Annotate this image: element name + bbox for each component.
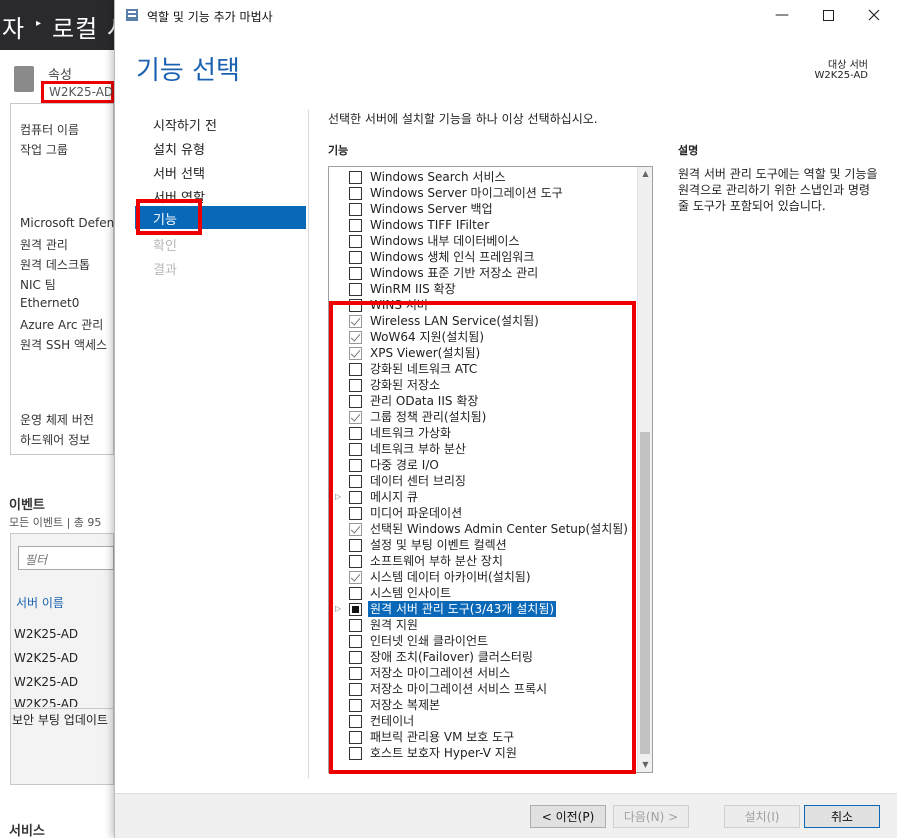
prop-label-workgroup: 작업 그룹 <box>20 143 68 157</box>
table-row[interactable]: W2K25-AD <box>14 651 78 665</box>
annotation-box-features <box>329 301 636 774</box>
close-button[interactable] <box>851 0 897 30</box>
feature-checkbox[interactable] <box>349 235 362 248</box>
breadcrumb-left: 자 <box>2 15 26 43</box>
annotation-box-nav <box>136 199 202 235</box>
feature-label: Windows Server 백업 <box>370 202 493 216</box>
breadcrumb-separator-icon: ▸ <box>36 18 42 29</box>
feature-checkbox[interactable] <box>349 171 362 184</box>
feature-checkbox[interactable] <box>349 267 362 280</box>
maximize-button[interactable] <box>805 0 851 30</box>
services-title: 서비스 <box>9 824 45 838</box>
feature-checkbox[interactable] <box>349 203 362 216</box>
feature-checkbox[interactable] <box>349 219 362 232</box>
feature-checkbox[interactable] <box>349 251 362 264</box>
events-title: 이벤트 <box>9 498 45 513</box>
feature-label: Windows 생체 인식 프레임워크 <box>370 250 535 264</box>
feature-row[interactable]: Windows Search 서비스 <box>329 169 639 185</box>
feature-row[interactable]: WinRM IIS 확장 <box>329 281 639 297</box>
nav-results: 결과 <box>153 263 177 278</box>
wizard-footer: < 이전(P) 다음(N) > 설치(I) 취소 <box>115 793 897 838</box>
table-row[interactable]: W2K25-AD <box>14 697 78 707</box>
description-header: 설명 <box>678 144 699 157</box>
next-button[interactable]: 다음(N) > <box>613 805 689 828</box>
feature-label: WinRM IIS 확장 <box>370 282 456 296</box>
feature-label: Windows TIFF IFilter <box>370 218 490 232</box>
minimize-icon: — <box>775 7 789 23</box>
prop-label-computer-name: 컴퓨터 이름 <box>20 123 80 137</box>
events-filter-input[interactable]: 필터 <box>18 546 114 570</box>
server-name-link[interactable]: W2K25-AD <box>49 85 113 99</box>
nav-before-you-begin[interactable]: 시작하기 전 <box>153 115 217 134</box>
server-name-highlight: W2K25-AD <box>41 81 114 103</box>
add-roles-features-wizard: 역할 및 기능 추가 마법사 — 기능 선택 대상 서버 W2K25-AD 시작… <box>114 0 897 838</box>
feature-label: Windows Server 마이그레이션 도구 <box>370 186 563 200</box>
feature-row[interactable]: Windows 내부 데이터베이스 <box>329 233 639 249</box>
feature-checkbox[interactable] <box>349 187 362 200</box>
feature-label: Windows 표준 기반 저장소 관리 <box>370 266 539 280</box>
nav-confirmation: 확인 <box>153 239 177 254</box>
events-subtitle: 모든 이벤트 | 총 95 <box>9 516 102 529</box>
page-title: 기능 선택 <box>136 56 240 86</box>
cancel-button[interactable]: 취소 <box>804 805 880 828</box>
window-title: 역할 및 기능 추가 마법사 <box>147 10 273 24</box>
table-row[interactable]: W2K25-AD <box>14 627 78 641</box>
maximize-icon <box>822 9 834 21</box>
nav-installation-type[interactable]: 설치 유형 <box>153 139 205 158</box>
minimize-button[interactable]: — <box>759 0 805 30</box>
feature-label: Windows 내부 데이터베이스 <box>370 234 520 248</box>
prop-label-remote-desktop: 원격 데스크톱 <box>20 258 91 272</box>
prop-label-remote-ssh: 원격 SSH 액세스 <box>20 338 108 352</box>
prop-label-nic-team: NIC 팀 <box>20 278 56 292</box>
prop-label-ethernet: Ethernet0 <box>20 296 80 310</box>
prop-label-azure-arc: Azure Arc 관리 <box>20 318 104 332</box>
feature-row[interactable]: Windows 표준 기반 저장소 관리 <box>329 265 639 281</box>
nav-server-selection[interactable]: 서버 선택 <box>153 163 205 182</box>
scroll-down-icon[interactable]: ▼ <box>638 758 652 772</box>
prop-label-os-version: 운영 체제 버전 <box>20 413 94 427</box>
instruction-text: 선택한 서버에 설치할 기능을 하나 이상 선택하십시오. <box>328 112 598 126</box>
column-header-server-name[interactable]: 서버 이름 <box>16 594 64 611</box>
feature-row[interactable]: Windows 생체 인식 프레임워크 <box>329 249 639 265</box>
server-manager-icon <box>126 9 138 21</box>
divider <box>308 110 309 778</box>
feature-row[interactable]: Windows TIFF IFilter <box>329 217 639 233</box>
prop-label-hardware: 하드웨어 정보 <box>20 433 91 447</box>
prop-label-remote-management: 원격 관리 <box>20 238 68 252</box>
previous-button[interactable]: < 이전(P) <box>530 805 606 828</box>
event-detail-text: 보안 부팅 업데이트 <box>12 713 108 727</box>
description-text: 원격 서버 관리 도구에는 역할 및 기능을 원격으로 관리하기 위한 스냅인과… <box>678 167 878 213</box>
scroll-thumb[interactable] <box>640 432 650 754</box>
server-icon <box>14 66 34 92</box>
features-header: 기능 <box>328 144 349 157</box>
title-bar[interactable]: 역할 및 기능 추가 마법사 — <box>115 0 897 32</box>
feature-row[interactable]: Windows Server 백업 <box>329 201 639 217</box>
destination-server-label: 대상 서버 <box>828 60 868 71</box>
feature-label: Windows Search 서비스 <box>370 170 506 184</box>
divider <box>10 708 114 709</box>
feature-checkbox[interactable] <box>349 283 362 296</box>
install-button[interactable]: 설치(I) <box>724 805 800 828</box>
table-row[interactable]: W2K25-AD <box>14 675 78 689</box>
feature-row[interactable]: Windows Server 마이그레이션 도구 <box>329 185 639 201</box>
features-scrollbar[interactable]: ▲ ▼ <box>637 167 652 772</box>
destination-server-value: W2K25-AD <box>814 70 868 81</box>
close-icon <box>868 9 880 21</box>
scroll-up-icon[interactable]: ▲ <box>638 167 652 181</box>
